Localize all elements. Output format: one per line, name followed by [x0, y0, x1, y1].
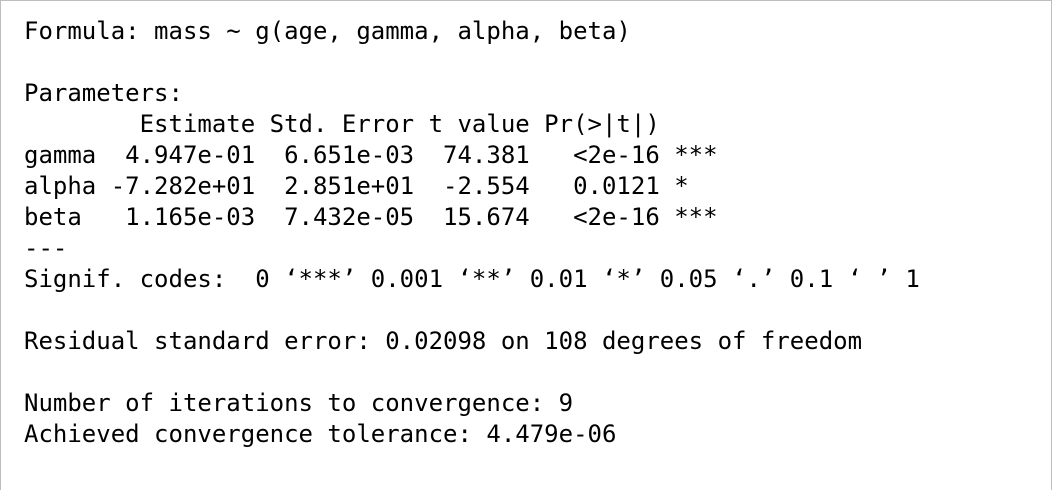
separator-line: ---: [24, 234, 68, 262]
console-output-panel: Formula: mass ~ g(age, gamma, alpha, bet…: [0, 0, 1052, 490]
coefficient-row-gamma: gamma 4.947e-01 6.651e-03 74.381 <2e-16 …: [24, 141, 718, 169]
coefficients-table-header: Estimate Std. Error t value Pr(>|t|): [24, 110, 660, 138]
formula-line: Formula: mass ~ g(age, gamma, alpha, bet…: [24, 17, 631, 45]
iterations-line: Number of iterations to convergence: 9: [24, 389, 574, 417]
coefficient-row-beta: beta 1.165e-03 7.432e-05 15.674 <2e-16 *…: [24, 203, 718, 231]
coefficient-row-alpha: alpha -7.282e+01 2.851e+01 -2.554 0.0121…: [24, 172, 689, 200]
residual-standard-error-line: Residual standard error: 0.02098 on 108 …: [24, 327, 863, 355]
convergence-tolerance-line: Achieved convergence tolerance: 4.479e-0…: [24, 420, 617, 448]
signif-codes-line: Signif. codes: 0 ‘***’ 0.001 ‘**’ 0.01 ‘…: [24, 265, 920, 293]
parameters-heading: Parameters:: [24, 79, 183, 107]
